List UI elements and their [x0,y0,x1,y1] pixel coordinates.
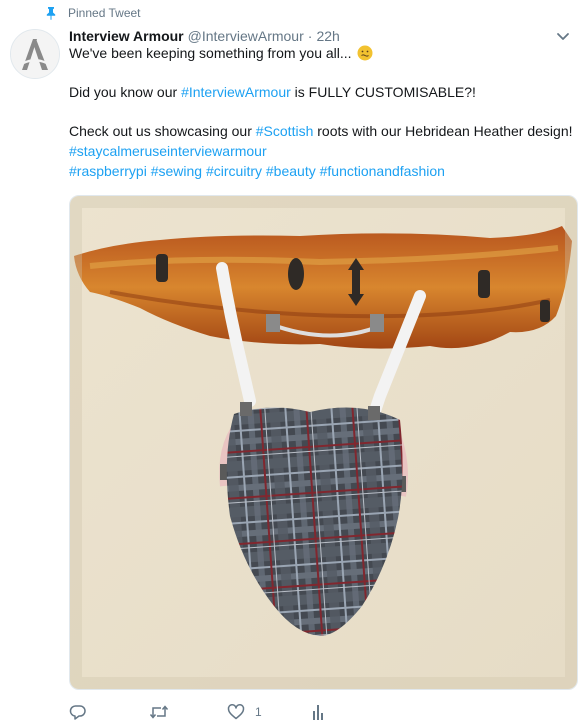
analytics-button[interactable] [312,703,326,721]
avatar[interactable] [10,29,60,79]
tweet-text-segment: roots with our Hebridean Heather design! [313,123,573,140]
tweet-action-bar: 1 [69,701,389,723]
tweet-header: Interview Armour @InterviewArmour · 22h [69,26,549,46]
tweet-line-1: We've been keeping something from you al… [69,44,574,64]
hashtag-link[interactable]: #functionandfashion [320,163,445,179]
hashtag-link[interactable]: #beauty [266,163,316,179]
hashtag-link[interactable]: #raspberrypi [69,163,147,179]
hashtag-link[interactable]: #InterviewArmour [181,84,291,100]
tweet-timestamp[interactable]: 22h [316,28,339,44]
retweet-icon [149,705,169,719]
tweet-body: We've been keeping something from you al… [69,44,574,181]
photo-tartan-mask-on-wooden-hook [70,196,577,689]
tweet-line-3: Check out us showcasing our #Scottish ro… [69,122,574,142]
tweet-photo[interactable] [69,195,578,690]
tweet-text-segment: Check out us showcasing our [69,123,256,140]
reply-icon [69,705,86,720]
tweet-text-segment: is FULLY CUSTOMISABLE?! [290,84,476,101]
author-handle[interactable]: @InterviewArmour [188,28,304,44]
like-button[interactable]: 1 [227,703,262,721]
hashtag-link[interactable]: #Scottish [256,123,314,139]
analytics-icon [312,705,323,720]
like-icon [227,704,245,720]
nauseated-face-emoji [357,45,373,61]
pinned-tweet-label-row: Pinned Tweet [44,5,141,21]
interview-armour-logo [11,30,59,78]
tweet-text-line1: We've been keeping something from you al… [69,45,352,61]
reply-button[interactable] [69,703,87,721]
retweet-button[interactable] [149,703,169,721]
pinned-tweet-text: Pinned Tweet [68,6,141,20]
author-display-name[interactable]: Interview Armour [69,28,184,44]
hashtag-link[interactable]: #staycalmeruseinterviewarmour [69,143,267,159]
hashtag-line-1: #staycalmeruseinterviewarmour [69,142,574,162]
header-separator: · [307,28,313,44]
chevron-down-icon[interactable] [555,28,571,44]
hashtag-link[interactable]: #circuitry [206,163,262,179]
tweet-line-2: Did you know our #InterviewArmour is FUL… [69,83,574,103]
hashtag-line-2: #raspberrypi #sewing #circuitry #beauty … [69,162,574,182]
tweet-text-segment: Did you know our [69,84,182,101]
like-count: 1 [255,705,262,719]
hashtag-link[interactable]: #sewing [151,163,202,179]
pin-icon [44,6,58,20]
